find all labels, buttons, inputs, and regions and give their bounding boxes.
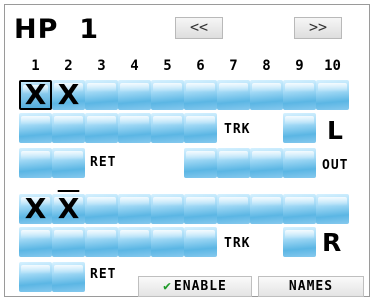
right-return-cell-1[interactable] <box>19 262 52 292</box>
left-track-cell-6[interactable] <box>184 113 217 143</box>
right-track-cell-3[interactable] <box>85 227 118 257</box>
left-route-cell-7[interactable] <box>217 80 250 110</box>
right-route-cell-10[interactable] <box>316 194 349 224</box>
left-track-cell-3[interactable] <box>85 113 118 143</box>
names-button[interactable]: NAMES <box>258 276 364 297</box>
right-trk-label: TRK <box>224 236 251 251</box>
left-route-cell-6[interactable] <box>184 80 217 110</box>
right-route-cell-9[interactable] <box>283 194 316 224</box>
left-route-cell-5[interactable] <box>151 80 184 110</box>
left-mark-1: X <box>24 78 47 111</box>
right-track-cell-4[interactable] <box>118 227 151 257</box>
left-side-label: L <box>327 116 343 145</box>
left-track-cell-2[interactable] <box>52 113 85 143</box>
left-route-cell-4[interactable] <box>118 80 151 110</box>
channel-number: 1 <box>79 14 99 45</box>
prev-button[interactable]: << <box>175 17 223 39</box>
left-mark-2: X <box>57 78 80 111</box>
enable-button[interactable]: ✔ ENABLE <box>138 276 252 297</box>
left-return-cell-2[interactable] <box>52 148 85 178</box>
right-mark-2: X <box>57 192 80 225</box>
column-number-2: 2 <box>64 58 73 74</box>
right-ret-label: RET <box>90 267 117 282</box>
left-track-cell-5[interactable] <box>151 113 184 143</box>
left-trk-label: TRK <box>224 122 251 137</box>
left-out-label: OUT <box>322 158 349 173</box>
left-route-cell-10[interactable] <box>316 80 349 110</box>
right-route-cell-3[interactable] <box>85 194 118 224</box>
column-number-1: 1 <box>31 58 40 74</box>
right-route-cell-7[interactable] <box>217 194 250 224</box>
column-number-3: 3 <box>97 58 106 74</box>
right-track-cell-6[interactable] <box>184 227 217 257</box>
left-return-cell-8[interactable] <box>250 148 283 178</box>
left-track-cell-1[interactable] <box>19 113 52 143</box>
left-return-cell-6[interactable] <box>184 148 217 178</box>
left-return-cell-1[interactable] <box>19 148 52 178</box>
right-side-label: R <box>322 228 342 257</box>
column-number-8: 8 <box>262 58 271 74</box>
left-track-cell-4[interactable] <box>118 113 151 143</box>
page-title: HP 1 <box>14 14 99 45</box>
column-number-7: 7 <box>229 58 238 74</box>
column-number-4: 4 <box>130 58 139 74</box>
column-number-9: 9 <box>295 58 304 74</box>
next-button[interactable]: >> <box>294 17 342 39</box>
enable-label: ENABLE <box>173 279 227 294</box>
left-route-cell-3[interactable] <box>85 80 118 110</box>
right-route-cell-5[interactable] <box>151 194 184 224</box>
left-return-cell-7[interactable] <box>217 148 250 178</box>
right-route-cell-8[interactable] <box>250 194 283 224</box>
column-number-5: 5 <box>163 58 172 74</box>
check-icon: ✔ <box>163 279 172 294</box>
right-track-cell-5[interactable] <box>151 227 184 257</box>
column-number-6: 6 <box>196 58 205 74</box>
left-track-cell-9[interactable] <box>283 113 316 143</box>
left-route-cell-8[interactable] <box>250 80 283 110</box>
left-ret-label: RET <box>90 155 117 170</box>
column-number-10: 10 <box>324 58 341 74</box>
right-track-cell-9[interactable] <box>283 227 316 257</box>
left-return-cell-9[interactable] <box>283 148 316 178</box>
right-track-cell-2[interactable] <box>52 227 85 257</box>
right-route-cell-4[interactable] <box>118 194 151 224</box>
right-track-cell-1[interactable] <box>19 227 52 257</box>
right-return-cell-2[interactable] <box>52 262 85 292</box>
right-mark-1: X <box>24 192 47 225</box>
title-label: HP <box>14 14 59 45</box>
left-route-cell-9[interactable] <box>283 80 316 110</box>
right-route-cell-6[interactable] <box>184 194 217 224</box>
